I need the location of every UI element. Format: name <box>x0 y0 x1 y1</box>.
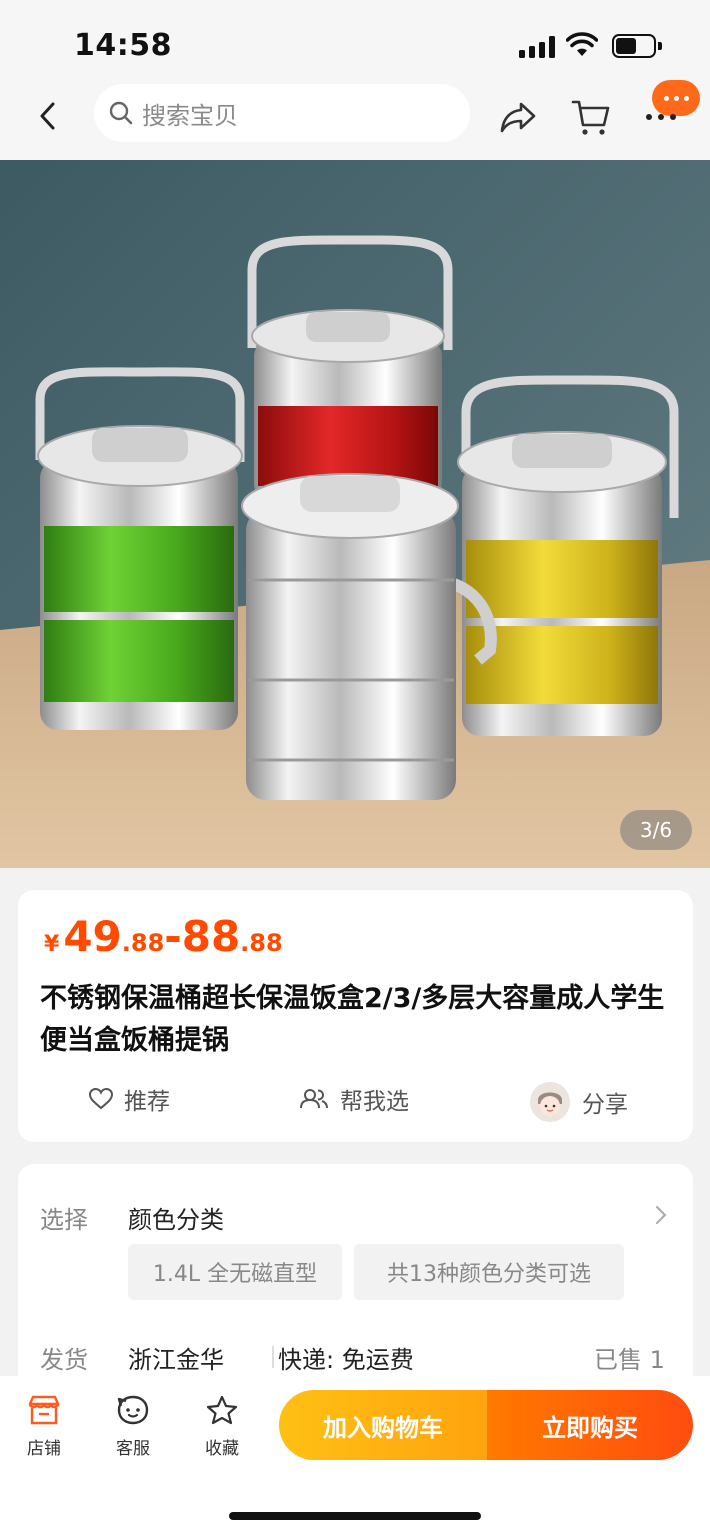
favorite-tab[interactable]: 收藏 <box>190 1394 254 1459</box>
price: ¥ 49 .88 - 88 .88 <box>44 912 283 961</box>
price-low-dec: .88 <box>121 929 165 957</box>
favorite-label: 收藏 <box>205 1439 239 1459</box>
help-choose-button[interactable]: 帮我选 <box>298 1082 409 1116</box>
share-icon <box>500 102 536 133</box>
recommend-button[interactable]: 推荐 <box>88 1082 170 1116</box>
battery-icon <box>612 34 662 58</box>
help-choose-label: 帮我选 <box>340 1089 409 1115</box>
back-arrow-icon <box>40 102 55 130</box>
top-navigation: 搜索宝贝 <box>0 76 710 160</box>
price-currency: ¥ <box>44 932 60 957</box>
home-indicator <box>229 1512 481 1520</box>
recommend-label: 推荐 <box>124 1089 170 1115</box>
store-label: 店铺 <box>27 1439 61 1459</box>
price-sep: - <box>164 912 182 961</box>
price-high-int: 88 <box>181 912 241 961</box>
ship-origin: 浙江金华 <box>128 1346 224 1374</box>
status-bar: 14:58 <box>0 0 710 88</box>
search-icon <box>109 101 133 125</box>
more-icon <box>646 114 682 120</box>
wifi-icon <box>566 32 598 56</box>
variant-count-chip[interactable]: 共13种颜色分类可选 <box>354 1244 624 1300</box>
cart-button[interactable] <box>570 96 612 138</box>
select-label: 选择 <box>40 1206 88 1234</box>
message-bubble-icon <box>652 80 700 116</box>
signal-icon <box>519 36 557 58</box>
search-placeholder: 搜索宝贝 <box>142 101 238 130</box>
share-button[interactable] <box>498 96 540 138</box>
back-button[interactable] <box>28 96 68 136</box>
heart-icon <box>88 1087 114 1110</box>
buy-now-button[interactable]: 立即购买 <box>487 1390 693 1460</box>
avatar <box>530 1082 570 1122</box>
price-high-dec: .88 <box>240 929 283 957</box>
variant-chip[interactable]: 1.4L 全无磁直型 <box>128 1244 342 1300</box>
chevron-right-icon[interactable] <box>654 1204 668 1226</box>
cart-icon <box>571 100 610 135</box>
product-photo <box>0 160 710 868</box>
people-icon <box>300 1089 328 1109</box>
price-low-int: 49 <box>63 912 122 961</box>
divider <box>272 1346 274 1368</box>
image-counter: 3/6 <box>620 810 692 850</box>
status-time: 14:58 <box>74 28 172 63</box>
customer-service-icon <box>117 1395 149 1425</box>
select-value[interactable]: 颜色分类 <box>128 1200 224 1235</box>
bottom-action-bar: 店铺 客服 收藏 加入购物车 立即购买 <box>0 1376 710 1536</box>
more-button[interactable] <box>644 80 700 140</box>
star-icon <box>206 1395 238 1425</box>
search-input[interactable]: 搜索宝贝 <box>94 84 470 142</box>
add-to-cart-button[interactable]: 加入购物车 <box>279 1390 487 1460</box>
share-label: 分享 <box>582 1092 628 1118</box>
delivery-info: 快递: 免运费 <box>278 1346 414 1374</box>
share-action-button[interactable]: 分享 <box>530 1082 628 1122</box>
service-label: 客服 <box>116 1439 150 1459</box>
action-row: 推荐 帮我选 分享 <box>18 1078 693 1122</box>
service-tab[interactable]: 客服 <box>101 1394 165 1459</box>
product-title: 不锈钢保温桶超长保温饭盒2/3/多层大容量成人学生便当盒饭桶提锅 <box>40 983 665 1056</box>
store-tab[interactable]: 店铺 <box>12 1394 76 1459</box>
options-card: 选择 颜色分类 1.4L 全无磁直型 共13种颜色分类可选 发货 浙江金华 快递… <box>18 1164 693 1404</box>
sold-count: 已售 1 <box>594 1346 665 1374</box>
price-card: ¥ 49 .88 - 88 .88 不锈钢保温桶超长保温饭盒2/3/多层大容量成… <box>18 890 693 1142</box>
store-icon <box>28 1395 60 1425</box>
product-image-carousel[interactable]: 3/6 <box>0 160 710 868</box>
ship-label: 发货 <box>40 1346 88 1374</box>
cta-group: 加入购物车 立即购买 <box>279 1390 693 1460</box>
